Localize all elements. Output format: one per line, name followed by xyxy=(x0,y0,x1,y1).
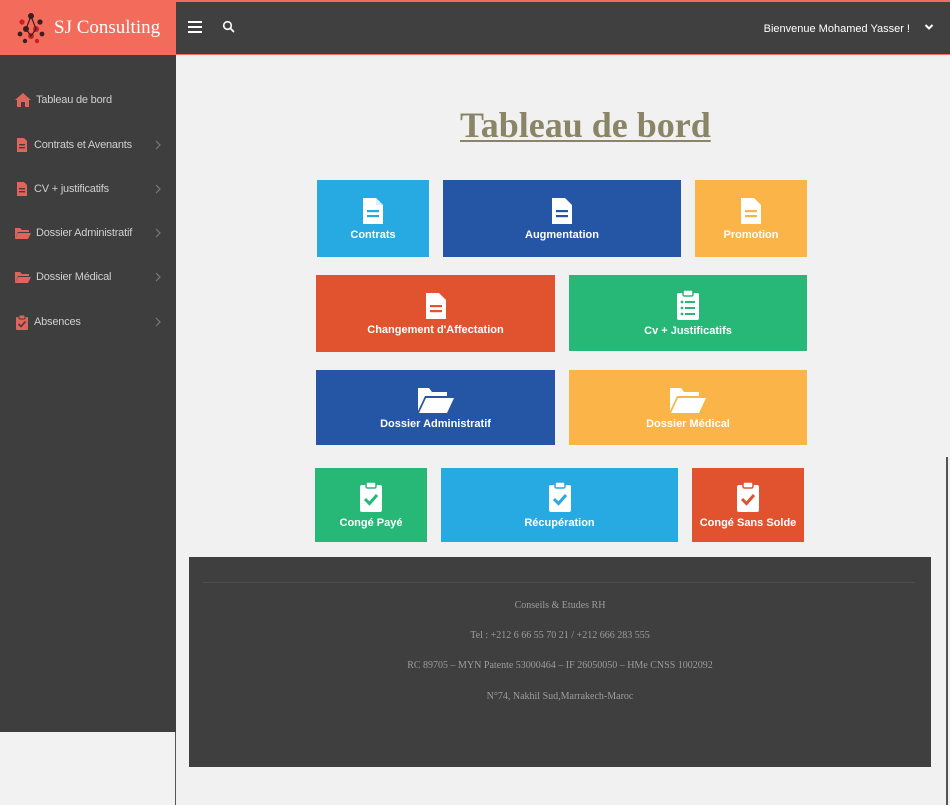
footer: Conseils & Etudes RH Tel : +212 6 66 55 … xyxy=(189,557,931,767)
file-icon xyxy=(741,197,761,224)
tile-conge-sans-solde[interactable]: Congé Sans Solde xyxy=(692,468,804,542)
tile-label: Changement d'Affectation xyxy=(367,323,504,336)
file-icon xyxy=(425,292,446,319)
sidebar-item-dossier-medical[interactable]: Dossier Médical xyxy=(0,263,176,291)
page-title: Tableau de bord xyxy=(460,105,711,145)
folder-open-icon xyxy=(670,387,706,413)
menu-toggle-icon[interactable] xyxy=(188,21,202,35)
folder-open-icon xyxy=(417,387,454,413)
tile-conge-paye[interactable]: Congé Payé xyxy=(315,468,427,542)
search-icon[interactable] xyxy=(222,20,236,34)
chevron-down-icon[interactable] xyxy=(924,22,934,32)
file-icon xyxy=(17,182,27,196)
home-icon xyxy=(15,93,31,107)
brand-name: SJ Consulting xyxy=(54,16,161,38)
tile-label: Congé Sans Solde xyxy=(699,517,797,529)
sidebar-item-label: CV + justificatifs xyxy=(34,183,109,195)
tile-dossier-medical[interactable]: Dossier Médical xyxy=(569,370,807,445)
tile-cv-justificatifs[interactable]: Cv + Justificatifs xyxy=(569,275,807,351)
sidebar-item-label: Dossier Administratif xyxy=(36,227,133,239)
top-navbar: Bienvenue Mohamed Yasser ! xyxy=(176,0,950,55)
tile-label: Contrats xyxy=(350,228,396,241)
chevron-right-icon xyxy=(155,228,161,238)
chevron-right-icon xyxy=(155,317,161,327)
tile-label: Congé Payé xyxy=(339,517,403,529)
sidebar-item-absences[interactable]: Absences xyxy=(0,308,176,336)
file-icon xyxy=(17,138,27,152)
tile-augmentation[interactable]: Augmentation xyxy=(443,180,681,257)
footer-divider xyxy=(203,582,915,583)
clipboard-check-icon xyxy=(16,314,28,330)
clipboard-list-icon xyxy=(677,289,699,320)
chevron-right-icon xyxy=(155,272,161,282)
page-edge-divider xyxy=(946,457,948,805)
sidebar: Tableau de bord Contrats et Avenants CV … xyxy=(0,55,176,805)
tile-recuperation[interactable]: Récupération xyxy=(441,468,678,542)
welcome-user-label[interactable]: Bienvenue Mohamed Yasser ! xyxy=(764,23,910,35)
tile-label: Augmentation xyxy=(525,228,599,241)
folder-icon xyxy=(15,228,31,239)
logo-icon xyxy=(17,12,45,43)
footer-address-line: N°74, Nakhil Sud,Marrakech-Maroc xyxy=(486,691,634,702)
tile-label: Cv + Justificatifs xyxy=(644,325,732,337)
footer-registration-line: RC 89705 – MYN Patente 53000464 – IF 260… xyxy=(407,660,713,671)
clipboard-check-icon xyxy=(360,481,382,512)
sidebar-item-label: Dossier Médical xyxy=(36,271,112,283)
sidebar-item-contrats[interactable]: Contrats et Avenants xyxy=(0,131,176,159)
sidebar-bottom-strip xyxy=(0,732,176,805)
brand-logo-block[interactable]: SJ Consulting xyxy=(0,0,176,55)
clipboard-check-icon xyxy=(548,481,571,512)
tile-label: Dossier Administratif xyxy=(380,417,491,430)
tile-changement-affectation[interactable]: Changement d'Affectation xyxy=(316,275,555,352)
footer-company-line: Conseils & Etudes RH xyxy=(514,600,606,611)
chevron-right-icon xyxy=(155,184,161,194)
chevron-right-icon xyxy=(155,140,161,150)
tile-contrats[interactable]: Contrats xyxy=(317,180,429,257)
sidebar-item-label: Absences xyxy=(34,316,81,328)
sidebar-item-label: Contrats et Avenants xyxy=(34,139,132,151)
tile-label: Dossier Médical xyxy=(646,417,730,430)
file-icon xyxy=(363,197,383,224)
sidebar-item-label: Tableau de bord xyxy=(36,94,112,106)
tile-label: Récupération xyxy=(524,517,595,529)
sidebar-item-tableau-de-bord[interactable]: Tableau de bord xyxy=(0,86,176,114)
tile-dossier-administratif[interactable]: Dossier Administratif xyxy=(316,370,555,445)
footer-phone-line: Tel : +212 6 66 55 70 21 / +212 666 283 … xyxy=(470,630,650,641)
tile-label: Promotion xyxy=(723,228,779,241)
file-icon xyxy=(552,197,572,224)
folder-icon xyxy=(15,272,31,283)
tile-promotion[interactable]: Promotion xyxy=(695,180,807,257)
clipboard-check-icon xyxy=(737,481,759,512)
sidebar-item-cv[interactable]: CV + justificatifs xyxy=(0,175,176,203)
sidebar-item-dossier-administratif[interactable]: Dossier Administratif xyxy=(0,219,176,247)
